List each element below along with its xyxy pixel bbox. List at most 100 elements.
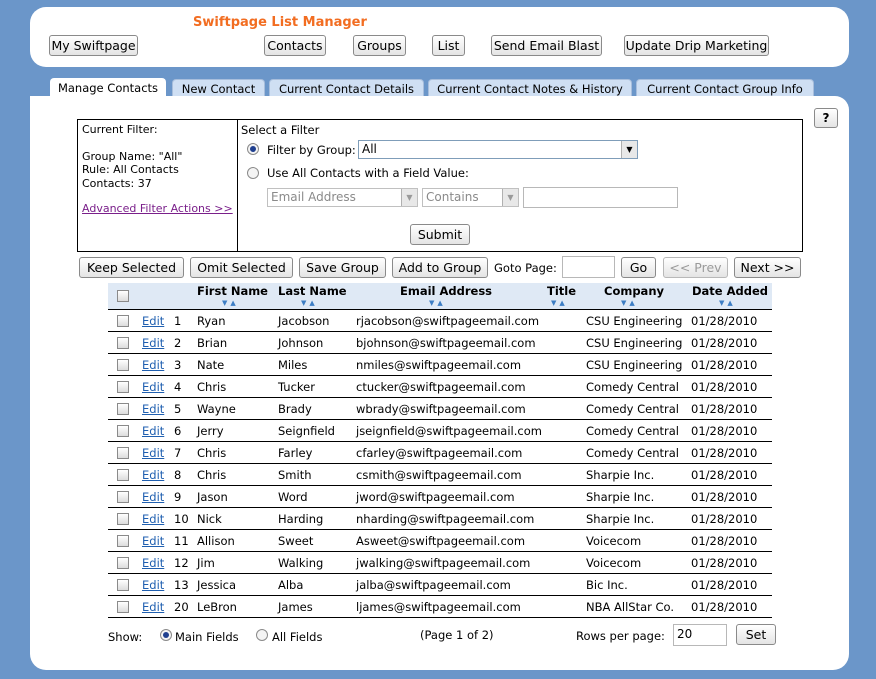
cell-date: 01/28/2010	[691, 380, 758, 394]
row-checkbox[interactable]	[117, 315, 129, 327]
table-row[interactable]: Edit 2 Brian Johnson bjohnson@swiftpageemail…	[108, 332, 772, 354]
omit-selected-button[interactable]: Omit Selected	[190, 257, 293, 278]
edit-link[interactable]: Edit	[142, 600, 164, 614]
cell-first: Chris	[197, 468, 227, 482]
submit-button[interactable]: Submit	[410, 224, 470, 245]
table-row[interactable]: Edit 3 Nate Miles nmiles@swiftpageemail.com C…	[108, 354, 772, 376]
edit-link[interactable]: Edit	[142, 446, 164, 460]
edit-link[interactable]: Edit	[142, 314, 164, 328]
cell-num: 8	[174, 468, 182, 482]
sort-arrow-icon[interactable]: ▼▲	[222, 299, 239, 307]
all-fields-radio[interactable]	[256, 629, 268, 641]
row-checkbox[interactable]	[117, 513, 129, 525]
nav-my-swiftpage-button[interactable]: My Swiftpage	[49, 35, 138, 56]
row-checkbox[interactable]	[117, 381, 129, 393]
table-row[interactable]: Edit 10 Nick Harding nharding@swiftpageemail…	[108, 508, 772, 530]
dropdown-arrow-icon: ▼	[401, 189, 417, 206]
row-checkbox[interactable]	[117, 557, 129, 569]
row-checkbox[interactable]	[117, 579, 129, 591]
nav-contacts-button[interactable]: Contacts	[264, 35, 326, 56]
edit-link[interactable]: Edit	[142, 556, 164, 570]
table-row[interactable]: Edit 8 Chris Smith csmith@swiftpageemail.com…	[108, 464, 772, 486]
nav-update-drip-marketing-button[interactable]: Update Drip Marketing	[624, 35, 769, 56]
edit-link[interactable]: Edit	[142, 336, 164, 350]
next-page-button[interactable]: Next >>	[734, 257, 801, 278]
field-select[interactable]: Email Address ▼	[267, 188, 418, 207]
nav-send-email-blast-button[interactable]: Send Email Blast	[491, 35, 602, 56]
field-value-input[interactable]	[523, 187, 678, 208]
edit-link[interactable]: Edit	[142, 402, 164, 416]
col-company[interactable]: Company	[604, 284, 664, 298]
cell-email: rjacobson@swiftpageemail.com	[356, 314, 540, 328]
row-checkbox[interactable]	[117, 491, 129, 503]
filter-box: Current Filter: Group Name: "All" Rule: …	[77, 119, 803, 252]
cell-date: 01/28/2010	[691, 556, 758, 570]
col-date-added[interactable]: Date Added	[692, 284, 768, 298]
nav-list-button[interactable]: List	[432, 35, 465, 56]
goto-page-input[interactable]	[562, 256, 615, 278]
edit-link[interactable]: Edit	[142, 468, 164, 482]
page-info: (Page 1 of 2)	[420, 628, 494, 642]
nav-groups-button[interactable]: Groups	[353, 35, 406, 56]
row-checkbox[interactable]	[117, 447, 129, 459]
dropdown-arrow-icon: ▼	[502, 189, 518, 206]
edit-link[interactable]: Edit	[142, 358, 164, 372]
select-all-checkbox[interactable]	[117, 290, 129, 302]
advanced-filter-link[interactable]: Advanced Filter Actions >>	[82, 202, 233, 216]
main-fields-radio[interactable]	[160, 629, 172, 641]
cell-company: Bic Inc.	[586, 578, 628, 592]
col-last-name[interactable]: Last Name	[278, 284, 347, 298]
row-checkbox[interactable]	[117, 359, 129, 371]
edit-link[interactable]: Edit	[142, 578, 164, 592]
cell-last: Harding	[278, 512, 324, 526]
row-checkbox[interactable]	[117, 601, 129, 613]
table-row[interactable]: Edit 6 Jerry Seignfield jseignfield@swiftpag…	[108, 420, 772, 442]
cell-last: Seignfield	[278, 424, 335, 438]
table-row[interactable]: Edit 11 Allison Sweet Asweet@swiftpageemail.…	[108, 530, 772, 552]
table-row[interactable]: Edit 13 Jessica Alba jalba@swiftpageemail.co…	[108, 574, 772, 596]
edit-link[interactable]: Edit	[142, 534, 164, 548]
set-button[interactable]: Set	[736, 624, 776, 645]
sort-arrow-icon[interactable]: ▼▲	[301, 299, 318, 307]
table-row[interactable]: Edit 9 Jason Word jword@swiftpageemail.com Sh…	[108, 486, 772, 508]
table-row[interactable]: Edit 12 Jim Walking jwalking@swiftpageemail.…	[108, 552, 772, 574]
col-title[interactable]: Title	[547, 284, 576, 298]
cell-first: Jason	[197, 490, 228, 504]
row-checkbox[interactable]	[117, 535, 129, 547]
row-checkbox[interactable]	[117, 337, 129, 349]
row-checkbox[interactable]	[117, 469, 129, 481]
sort-arrow-icon[interactable]: ▼▲	[621, 299, 638, 307]
edit-link[interactable]: Edit	[142, 512, 164, 526]
cell-num: 3	[174, 358, 182, 372]
sort-arrow-icon[interactable]: ▼▲	[429, 299, 446, 307]
col-first-name[interactable]: First Name	[197, 284, 268, 298]
operator-select[interactable]: Contains ▼	[422, 188, 519, 207]
add-to-group-button[interactable]: Add to Group	[392, 257, 488, 278]
sort-arrow-icon[interactable]: ▼▲	[551, 299, 568, 307]
field-value-radio[interactable]	[247, 167, 259, 179]
go-button[interactable]: Go	[621, 257, 656, 278]
cell-email: nharding@swiftpageemail.com	[356, 512, 535, 526]
help-button[interactable]: ?	[814, 108, 838, 128]
edit-link[interactable]: Edit	[142, 424, 164, 438]
group-select[interactable]: All ▼	[358, 140, 638, 159]
cell-date: 01/28/2010	[691, 534, 758, 548]
sort-arrow-icon[interactable]: ▼▲	[719, 299, 736, 307]
table-row[interactable]: Edit 5 Wayne Brady wbrady@swiftpageemail.com…	[108, 398, 772, 420]
save-group-button[interactable]: Save Group	[299, 257, 386, 278]
table-row[interactable]: Edit 7 Chris Farley cfarley@swiftpageemail.c…	[108, 442, 772, 464]
table-row[interactable]: Edit 1 Ryan Jacobson rjacobson@swiftpageemai…	[108, 310, 772, 332]
keep-selected-button[interactable]: Keep Selected	[79, 257, 184, 278]
row-checkbox[interactable]	[117, 403, 129, 415]
prev-page-button[interactable]: << Prev	[663, 257, 728, 278]
filter-by-group-radio[interactable]	[247, 143, 259, 155]
table-row[interactable]: Edit 20 LeBron James ljames@swiftpageemail.c…	[108, 596, 772, 618]
rows-per-page-input[interactable]: 20	[673, 624, 727, 646]
table-row[interactable]: Edit 4 Chris Tucker ctucker@swiftpageemail.c…	[108, 376, 772, 398]
cell-last: Walking	[278, 556, 324, 570]
col-email[interactable]: Email Address	[400, 284, 492, 298]
cell-company: Sharpie Inc.	[586, 512, 655, 526]
edit-link[interactable]: Edit	[142, 490, 164, 504]
edit-link[interactable]: Edit	[142, 380, 164, 394]
row-checkbox[interactable]	[117, 425, 129, 437]
